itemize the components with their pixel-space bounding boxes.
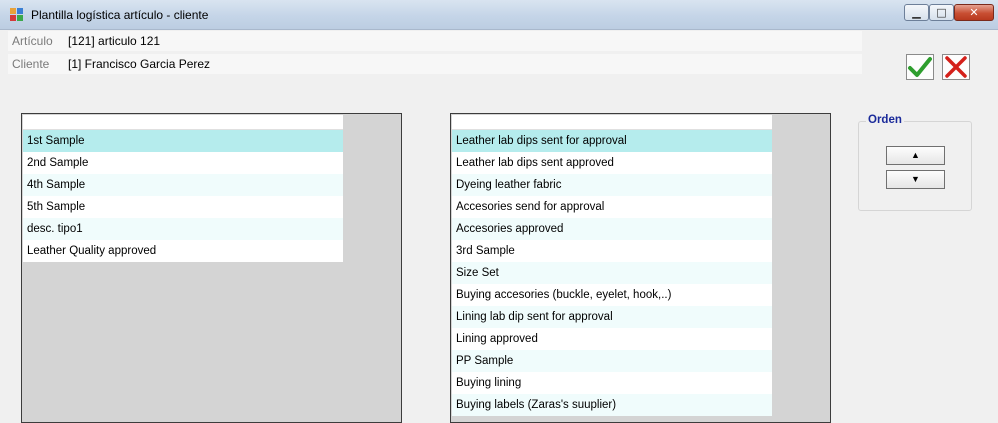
list-item[interactable]: desc. tipo1	[23, 218, 343, 240]
list-item[interactable]: Buying accesories (buckle, eyelet, hook,…	[452, 284, 772, 306]
left-list[interactable]: 1st Sample 2nd Sample 4th Sample 5th Sample…	[23, 115, 343, 262]
move-up-button[interactable]: ▲	[886, 146, 945, 165]
articulo-label: Artículo	[12, 34, 53, 48]
orden-title: Orden	[866, 114, 904, 126]
list-item[interactable]: PP Sample	[452, 350, 772, 372]
list-item[interactable]: Leather Quality approved	[23, 240, 343, 262]
list-item[interactable]: Leather lab dips sent approved	[452, 152, 772, 174]
orden-group	[858, 121, 972, 211]
list-header	[23, 115, 343, 130]
list-item[interactable]: Accesories send for approval	[452, 196, 772, 218]
articulo-row: Artículo [121] articulo 121	[8, 31, 862, 51]
right-list[interactable]: Leather lab dips sent for approval Leathe…	[452, 115, 772, 416]
close-button[interactable]: ✕	[954, 4, 994, 21]
articulo-value: [121] articulo 121	[68, 34, 161, 48]
list-item[interactable]: Accesories approved	[452, 218, 772, 240]
minimize-button[interactable]: ▁	[904, 4, 929, 21]
right-list-panel[interactable]: Leather lab dips sent for approval Leathe…	[450, 113, 831, 423]
arrow-down-icon: ▼	[911, 174, 920, 184]
list-item[interactable]: 2nd Sample	[23, 152, 343, 174]
check-icon	[908, 57, 932, 77]
list-item[interactable]: Leather lab dips sent for approval	[452, 130, 772, 152]
arrow-up-icon: ▲	[911, 150, 920, 160]
accept-button[interactable]	[906, 54, 934, 80]
list-header	[452, 115, 772, 130]
move-down-button[interactable]: ▼	[886, 170, 945, 189]
list-item[interactable]: Size Set	[452, 262, 772, 284]
maximize-button[interactable]: □	[929, 4, 954, 21]
cliente-label: Cliente	[12, 57, 50, 71]
list-item[interactable]: 1st Sample	[23, 130, 343, 152]
left-list-panel[interactable]: 1st Sample 2nd Sample 4th Sample 5th Sample…	[21, 113, 402, 423]
list-item[interactable]: Dyeing leather fabric	[452, 174, 772, 196]
cliente-value: [1] Francisco Garcia Perez	[68, 57, 211, 71]
list-item[interactable]: Buying labels (Zaras's suuplier)	[452, 394, 772, 416]
app-icon	[10, 8, 24, 22]
list-item[interactable]: Lining lab dip sent for approval	[452, 306, 772, 328]
list-item[interactable]: Lining approved	[452, 328, 772, 350]
title-bar[interactable]: Plantilla logística artículo - cliente ▁…	[0, 0, 998, 30]
cancel-button[interactable]	[942, 54, 970, 80]
window-title: Plantilla logística artículo - cliente	[31, 8, 209, 22]
cliente-row: Cliente [1] Francisco Garcia Perez	[8, 54, 862, 74]
cross-icon	[945, 56, 967, 78]
list-item[interactable]: Buying lining	[452, 372, 772, 394]
list-item[interactable]: 3rd Sample	[452, 240, 772, 262]
list-item[interactable]: 4th Sample	[23, 174, 343, 196]
list-item[interactable]: 5th Sample	[23, 196, 343, 218]
